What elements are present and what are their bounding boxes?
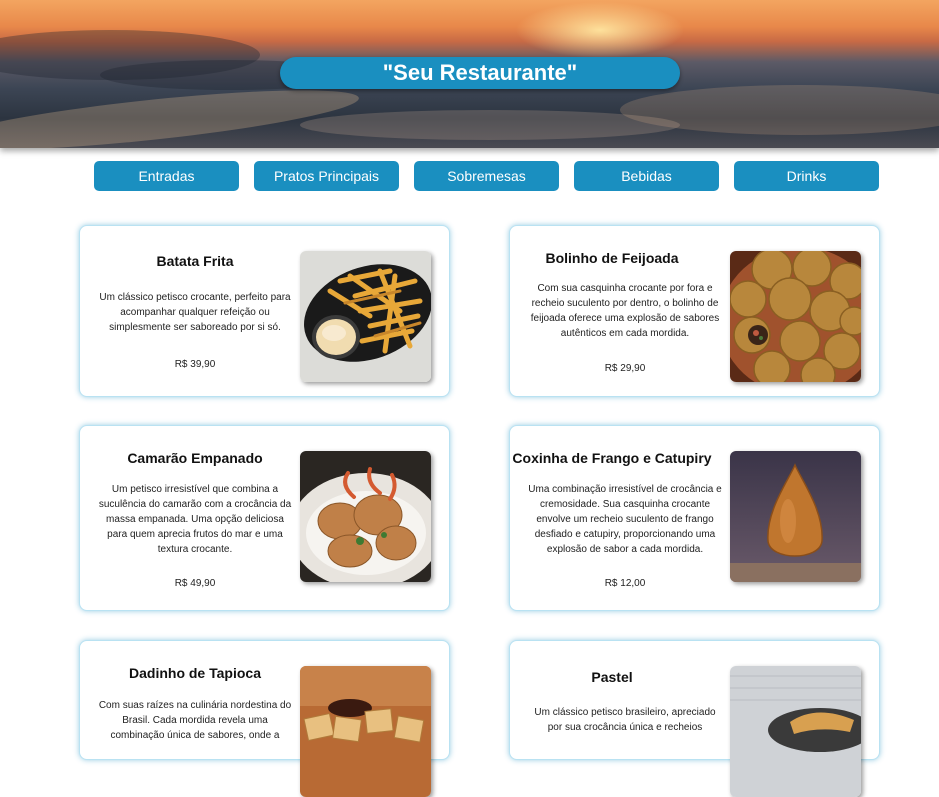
restaurant-title: "Seu Restaurante" bbox=[280, 57, 680, 89]
menu-item-name: Camarão Empanado bbox=[127, 450, 263, 466]
pastel-photo bbox=[730, 666, 861, 797]
feijoada-balls-photo bbox=[730, 251, 861, 382]
menu-item-description: Com sua casquinha crocante por fora e re… bbox=[530, 283, 720, 339]
menu-card[interactable]: Coxinha de Frango e Catupiry Uma combina… bbox=[509, 425, 880, 611]
menu-item-description: Com suas raízes na culinária nordestina … bbox=[98, 700, 292, 741]
coxinha-photo bbox=[730, 451, 861, 582]
menu-item-name: Bolinho de Feijoada bbox=[545, 250, 679, 266]
menu-item-name: Coxinha de Frango e Catupiry bbox=[512, 450, 712, 466]
menu-item-name: Dadinho de Tapioca bbox=[129, 665, 261, 681]
tapioca-cubes-photo bbox=[300, 666, 431, 797]
menu-card[interactable]: Batata Frita Um clássico petisco crocant… bbox=[79, 225, 450, 397]
menu-item-name: Pastel bbox=[591, 669, 633, 685]
nav-entradas-button[interactable]: Entradas bbox=[94, 161, 239, 191]
breaded-shrimp-photo bbox=[300, 451, 431, 582]
menu-item-description: Um clássico petisco brasileiro, apreciad… bbox=[534, 707, 716, 733]
menu-item-price: R$ 39,90 bbox=[174, 359, 216, 370]
menu-item-price: R$ 12,00 bbox=[604, 578, 646, 589]
nav-bebidas-button[interactable]: Bebidas bbox=[574, 161, 719, 191]
menu-card[interactable]: Dadinho de Tapioca Com suas raízes na cu… bbox=[79, 640, 450, 797]
menu-item-description: Um petisco irresistível que combina a su… bbox=[98, 484, 292, 555]
menu-card[interactable]: Bolinho de Feijoada Com sua casquinha cr… bbox=[509, 225, 880, 397]
menu-card[interactable]: Camarão Empanado Um petisco irresistível… bbox=[79, 425, 450, 611]
menu-item-price: R$ 49,90 bbox=[174, 578, 216, 589]
nav-drinks-button[interactable]: Drinks bbox=[734, 161, 879, 191]
hero-banner: "Seu Restaurante" bbox=[0, 0, 939, 148]
menu-item-name: Batata Frita bbox=[156, 253, 234, 269]
menu-item-price: R$ 29,90 bbox=[604, 363, 646, 374]
nav-sobremesas-button[interactable]: Sobremesas bbox=[414, 161, 559, 191]
menu-item-description: Um clássico petisco crocante, perfeito p… bbox=[99, 292, 291, 333]
french-fries-photo bbox=[300, 251, 431, 382]
nav-pratos-principais-button[interactable]: Pratos Principais bbox=[254, 161, 399, 191]
menu-item-description: Uma combinação irresistível de crocância… bbox=[528, 484, 722, 555]
menu-card[interactable]: Pastel Um clássico petisco brasileiro, a… bbox=[509, 640, 880, 797]
